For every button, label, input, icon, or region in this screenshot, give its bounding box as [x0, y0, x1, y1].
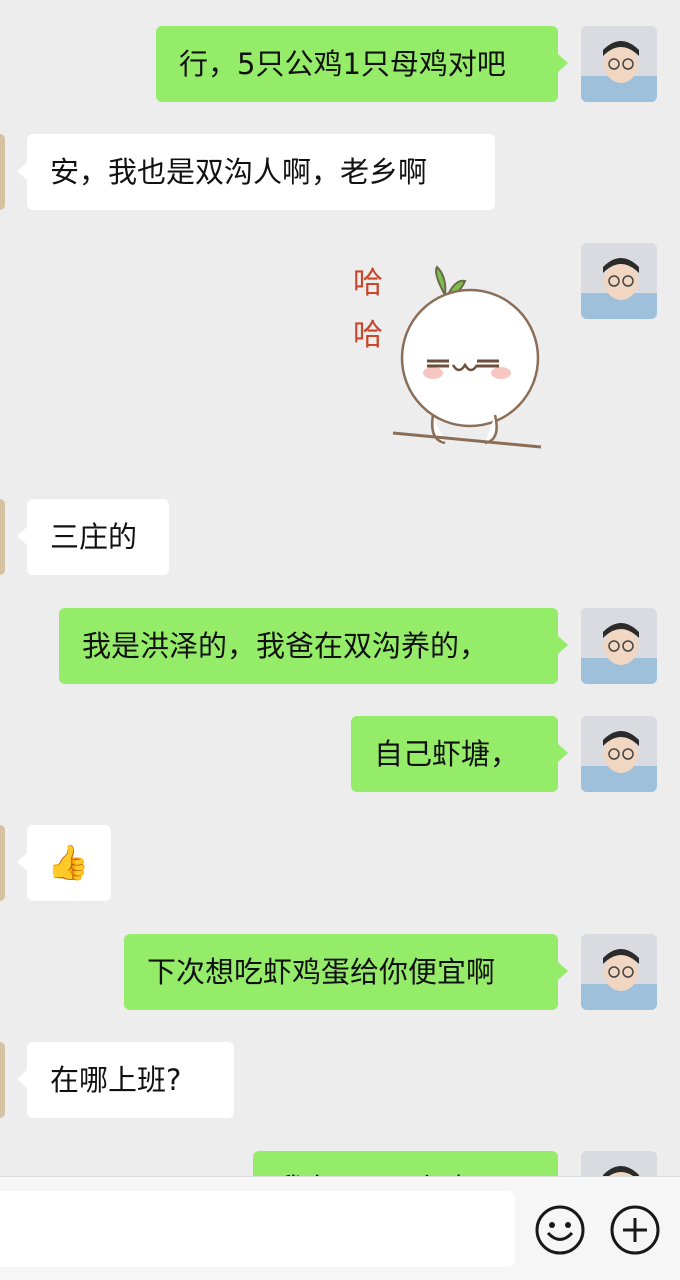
message-bubble-outgoing[interactable]: 行，5只公鸡1只母鸡对吧	[156, 26, 568, 102]
message-input-bar	[0, 1176, 680, 1280]
message-bubble-incoming[interactable]: 👍	[17, 825, 111, 901]
message-input[interactable]	[0, 1191, 515, 1267]
my-avatar[interactable]	[581, 243, 657, 319]
plus-circle-icon[interactable]	[609, 1204, 661, 1256]
contact-avatar[interactable]	[0, 1042, 5, 1118]
message-bubble-outgoing[interactable]: 我是洪泽的，我爸在双沟养的，	[59, 608, 568, 684]
message-bubble-outgoing[interactable]: 下次想吃虾鸡蛋给你便宜啊	[124, 934, 568, 1010]
my-avatar[interactable]	[581, 26, 657, 102]
thumbs-up-icon: 👍	[47, 843, 90, 883]
message-bubble-outgoing[interactable]: 自己虾塘，	[351, 716, 568, 792]
message-bubble-outgoing[interactable]: 我在XXXX上班	[253, 1151, 558, 1176]
contact-avatar[interactable]	[0, 499, 5, 575]
my-avatar[interactable]	[581, 716, 657, 792]
message-bubble-incoming[interactable]: 在哪上班?	[17, 1042, 234, 1118]
laughing-sticker[interactable]: 哈 哈	[345, 255, 555, 460]
my-avatar[interactable]	[581, 1151, 657, 1176]
message-bubble-incoming[interactable]: 安，我也是双沟人啊，老乡啊	[17, 134, 495, 210]
contact-avatar[interactable]	[0, 134, 5, 210]
sticker-ha-text-2: 哈	[353, 318, 383, 353]
sticker-ha-text-1: 哈	[353, 266, 383, 301]
chat-message-list[interactable]: 行，5只公鸡1只母鸡对吧 安，我也是双沟人啊，老乡啊 哈 哈 三庄的 我是洪泽的…	[0, 0, 680, 1176]
smiley-face-icon[interactable]	[534, 1204, 586, 1256]
message-bubble-incoming[interactable]: 三庄的	[17, 499, 169, 575]
my-avatar[interactable]	[581, 934, 657, 1010]
contact-avatar[interactable]	[0, 825, 5, 901]
my-avatar[interactable]	[581, 608, 657, 684]
